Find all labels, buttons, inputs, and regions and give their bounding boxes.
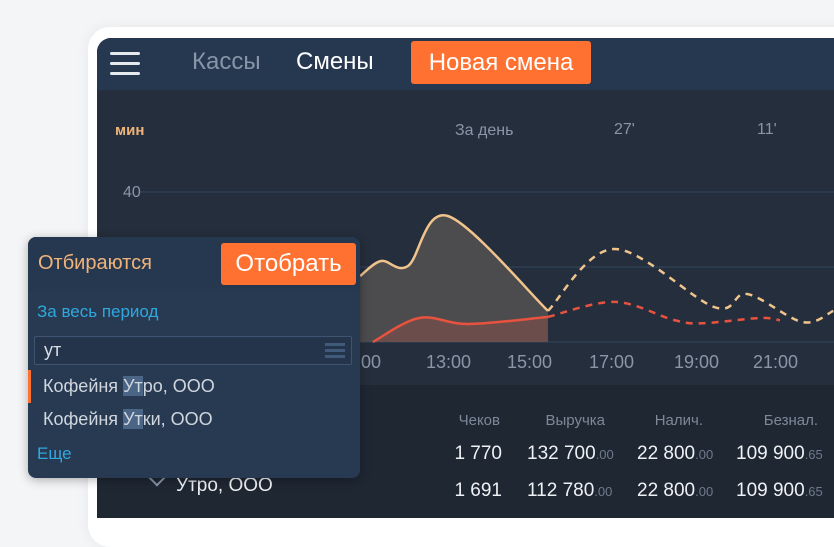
x-tick: 21:00	[753, 352, 799, 372]
summary-value: 11'	[757, 121, 777, 138]
series-line	[547, 300, 781, 325]
period-link[interactable]: За весь период	[37, 302, 158, 322]
x-tick: 19:00	[674, 352, 720, 372]
series-line	[547, 247, 834, 324]
cell: 132 700.00	[527, 443, 614, 464]
y-unit-label: мин	[115, 122, 145, 139]
cell: 1 770	[454, 443, 502, 464]
cell: 109 900.65	[736, 443, 823, 464]
col-header: Безнал.	[763, 412, 818, 429]
more-link[interactable]: Еще	[37, 444, 72, 464]
filter-popup: Отбираются Отобрать За весь период ут Ко…	[28, 237, 360, 478]
cell: 22 800.00	[637, 443, 714, 464]
selected-indicator	[28, 370, 31, 403]
col-header: Выручка	[545, 412, 605, 429]
x-tick: 15:00	[507, 352, 553, 372]
col-header: Чеков	[458, 412, 500, 429]
popup-title: Отбираются	[38, 252, 152, 274]
cell: 112 780.00	[527, 480, 613, 501]
row-label: Утро, ООО	[176, 475, 273, 496]
summary-value: 27'	[614, 121, 635, 138]
list-item[interactable]: Кофейня Утки, ООО	[28, 403, 360, 436]
apply-filter-button[interactable]: Отобрать	[221, 243, 356, 285]
x-tick: 17:00	[589, 352, 635, 372]
col-header: Налич.	[654, 412, 703, 429]
popup-header: Отбираются Отобрать	[28, 237, 360, 291]
cell: 109 900.65	[736, 480, 823, 501]
search-input[interactable]: ут	[34, 336, 352, 365]
search-value: ут	[44, 340, 62, 360]
list-icon[interactable]	[325, 343, 345, 358]
summary-label: За день	[455, 122, 514, 139]
cell: 1 691	[454, 480, 502, 501]
cell: 22 800.00	[637, 480, 714, 501]
list-item[interactable]: Кофейня Утро, ООО	[28, 370, 360, 403]
y-tick: 40	[123, 184, 141, 201]
x-tick: 13:00	[426, 352, 472, 372]
